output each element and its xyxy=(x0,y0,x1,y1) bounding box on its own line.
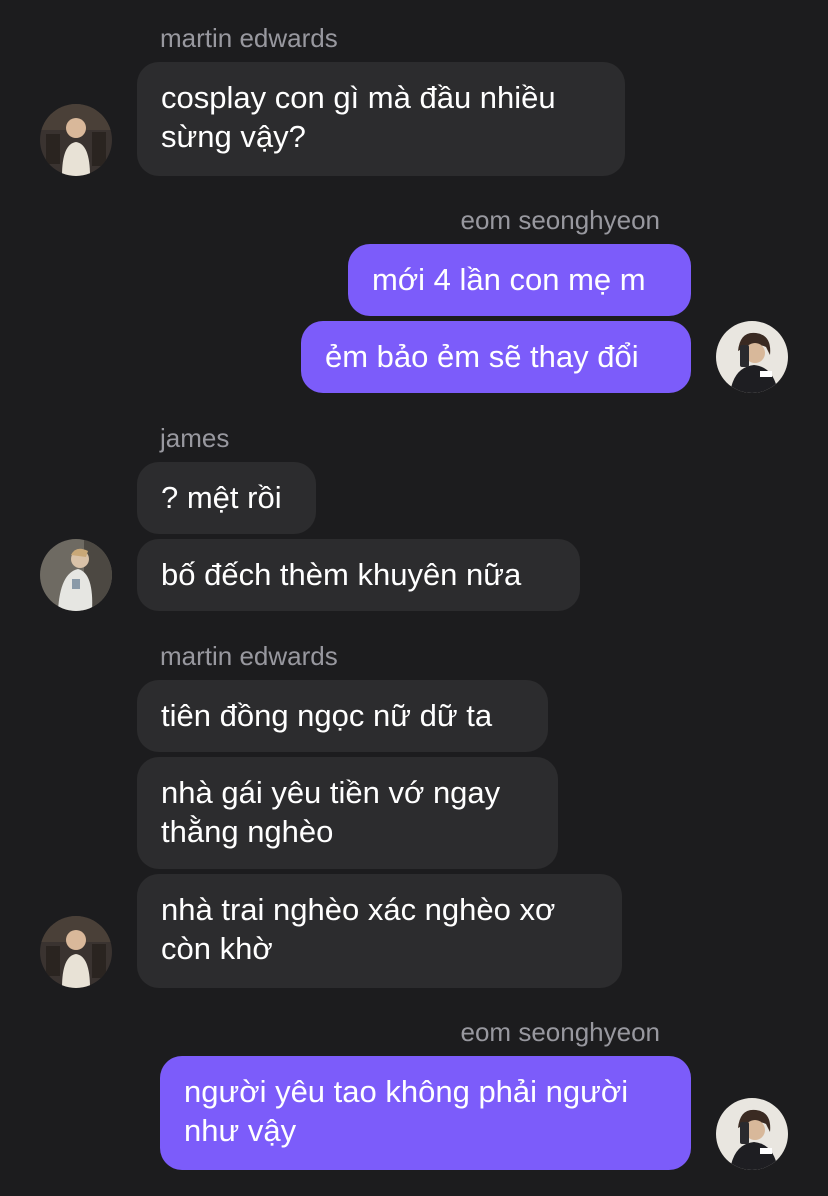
message-bubble[interactable]: nhà gái yêu tiền vớ ngay thằng nghèo xyxy=(137,757,558,869)
sender-name: james xyxy=(160,423,230,453)
message-bubble[interactable]: tiên đồng ngọc nữ dữ ta xyxy=(137,680,548,752)
sender-name: eom seonghyeon xyxy=(460,205,660,235)
message-bubble[interactable]: ẻm bảo ẻm sẽ thay đổi xyxy=(301,321,691,393)
avatar-photo-icon xyxy=(716,321,788,393)
avatar-photo-icon xyxy=(40,539,112,611)
avatar-photo-icon xyxy=(40,916,112,988)
message-bubble[interactable]: cosplay con gì mà đầu nhiều sừng vậy? xyxy=(137,62,625,176)
sender-name: eom seonghyeon xyxy=(460,1017,660,1047)
avatar-photo-icon xyxy=(716,1098,788,1170)
avatar-eom-seonghyeon[interactable] xyxy=(716,321,788,393)
avatar-photo-icon xyxy=(40,104,112,176)
avatar-martin-edwards[interactable] xyxy=(40,916,112,988)
message-bubble[interactable]: bố đếch thèm khuyên nữa xyxy=(137,539,580,611)
message-bubble[interactable]: ? mệt rồi xyxy=(137,462,316,534)
chat-thread: martin edwards cosplay con gì mà đầu nhi… xyxy=(0,0,828,1196)
avatar-james[interactable] xyxy=(40,539,112,611)
message-bubble[interactable]: nhà trai nghèo xác nghèo xơ còn khờ xyxy=(137,874,622,988)
avatar-eom-seonghyeon[interactable] xyxy=(716,1098,788,1170)
avatar-martin-edwards[interactable] xyxy=(40,104,112,176)
message-bubble[interactable]: mới 4 lần con mẹ m xyxy=(348,244,691,316)
sender-name: martin edwards xyxy=(160,23,338,53)
sender-name: martin edwards xyxy=(160,641,338,671)
message-bubble[interactable]: người yêu tao không phải người như vậy xyxy=(160,1056,691,1170)
